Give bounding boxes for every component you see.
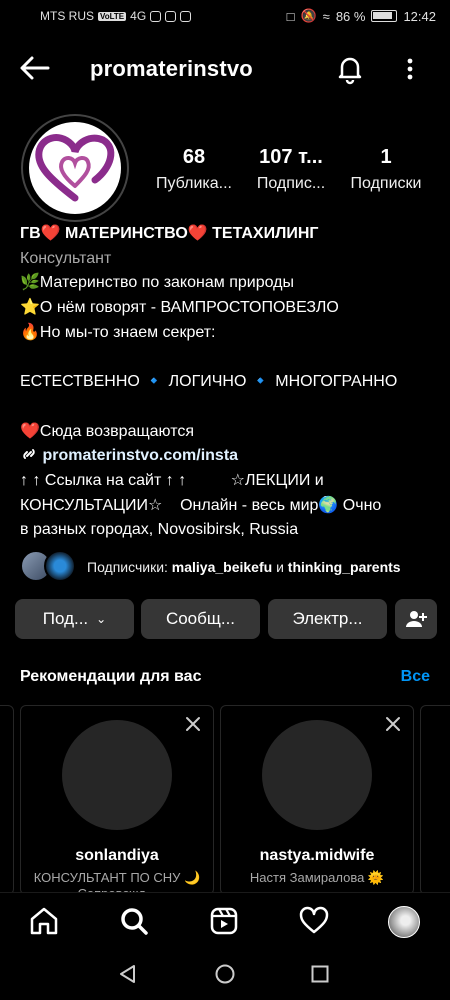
bio-line: 🔥Но мы-то знаем секрет: [20,323,216,341]
system-nav-bar [0,950,450,1000]
profile-avatar-tab[interactable] [388,906,420,938]
stat-following[interactable]: 1 Подписки [340,146,432,193]
followed-by[interactable]: Подписчики: maliya_beikefu и thinking_pa… [20,550,440,586]
carrier-label: MTS RUS [40,9,94,23]
profile-avatar[interactable] [21,114,129,222]
link-icon [23,449,35,460]
stat-label: Подписки [350,175,422,192]
notification-icon [165,10,177,22]
status-left: MTS RUS VoLTE 4G [40,9,192,23]
message-label: Сообщ... [165,609,236,628]
wifi-icon: ≈ [322,8,330,24]
home-icon[interactable] [28,905,60,937]
recommendation-username: nastya.midwife [259,847,375,864]
chevron-down-icon: ⌄ [96,612,107,626]
battery-icon [371,10,398,22]
following-button[interactable]: Под... ⌄ [15,599,134,639]
time-label: 12:42 [403,8,436,24]
reels-icon[interactable] [208,905,240,937]
stat-value: 68 [182,146,206,168]
recommendation-avatar [62,720,172,830]
profile-logo [29,122,121,214]
stat-label: Подпис... [256,175,326,192]
recommendation-card[interactable]: nastya.midwife Настя Замиралова 🌞 [220,705,414,895]
bio-line: ❤️Сюда возвращаются [20,422,194,440]
followed-by-prefix: Подписчики: [87,559,168,575]
system-home-icon[interactable] [214,963,236,985]
bio-line: ↑ ↑ Ссылка на сайт ↑ ↑ ☆ЛЕКЦИИ и [20,472,324,489]
battery-label: 86 % [335,8,366,24]
volte-badge: VoLTE [98,11,127,21]
bio-line: в разных городах, Novosibirsk, Russia [20,521,299,539]
add-user-button[interactable] [395,599,437,639]
system-back-icon[interactable] [117,963,139,985]
bio-line: 🌿Материнство по законам природы [20,274,294,292]
bio-link-row[interactable]: promaterinstvo.com/insta [20,444,440,469]
bio-line: ЕСТЕСТВЕННО 🔹 ЛОГИЧНО 🔹 МНОГОГРАННО [20,373,398,391]
add-user-icon [406,611,427,627]
search-icon[interactable] [118,905,150,937]
mute-icon: 🔕 [300,8,317,23]
profile-actions: Под... ⌄ Сообщ... Электр... [15,599,437,639]
close-icon[interactable] [383,714,403,734]
network-label: 4G [130,9,147,23]
recommendation-avatar [262,720,372,830]
stat-label: Публика... [156,175,232,192]
profile-header: promaterinstvo [0,44,450,92]
bottom-nav [0,892,450,950]
follower-username: maliya_beikefu [171,559,273,575]
profile-category: Консультант [20,249,112,267]
bio-spacer [20,346,440,371]
recommendation-subtitle: Настя Замиралова 🌞 [249,870,385,885]
display-name: ГВ❤️ МАТЕРИНСТВО❤️ ТЕТАХИЛИНГ [20,225,319,242]
recommendation-card-partial[interactable] [420,705,450,895]
recommendations-title: Рекомендации для вас [20,668,202,685]
back-arrow-icon[interactable] [18,54,52,82]
bio-line: ⭐О нём говорят - ВАМПРОСТОПОВЕЗЛО [20,299,339,317]
bio-spacer [20,395,440,420]
stat-value: 107 т... [259,146,323,168]
follower-username: thinking_parents [287,559,401,575]
followed-by-conj: и [276,559,284,575]
gallery-icon [180,10,192,22]
status-bar: MTS RUS VoLTE 4G □ 🔕 ≈ 86 % 12:42 [0,0,450,34]
message-button[interactable]: Сообщ... [141,599,260,639]
bell-icon[interactable] [334,53,366,85]
system-recents-icon[interactable] [310,964,330,984]
stat-value: 1 [380,146,392,168]
followed-by-text: Подписчики: maliya_beikefu и thinking_pa… [87,559,401,575]
recommendation-card-partial[interactable] [0,705,14,895]
profile-username: promaterinstvo [90,56,253,81]
nfc-icon: □ [286,8,295,24]
profile-bio: ГВ❤️ МАТЕРИНСТВО❤️ ТЕТАХИЛИНГ Консультан… [20,222,440,543]
more-vertical-icon[interactable] [398,54,422,84]
following-label: Под... [42,609,89,628]
close-icon[interactable] [183,714,203,734]
heart-icon[interactable] [298,905,330,937]
email-label: Электр... [292,609,363,628]
follower-avatar [44,550,76,582]
bio-line: КОНСУЛЬТАЦИИ☆ Онлайн - весь мир🌍 Очно [20,496,382,514]
whatsapp-icon [150,10,162,22]
recommendation-card[interactable]: sonlandiya КОНСУЛЬТАНТ ПО СНУ 🌙 Сопровож… [20,705,214,895]
email-button[interactable]: Электр... [268,599,387,639]
see-all-link[interactable]: Все [401,668,430,686]
recommendation-username: sonlandiya [75,847,159,864]
status-right: □ 🔕 ≈ 86 % 12:42 [287,8,436,24]
bio-link[interactable]: promaterinstvo.com/insta [42,447,238,464]
stat-posts[interactable]: 68 Публика... [146,146,242,193]
stat-followers[interactable]: 107 т... Подпис... [246,146,336,193]
